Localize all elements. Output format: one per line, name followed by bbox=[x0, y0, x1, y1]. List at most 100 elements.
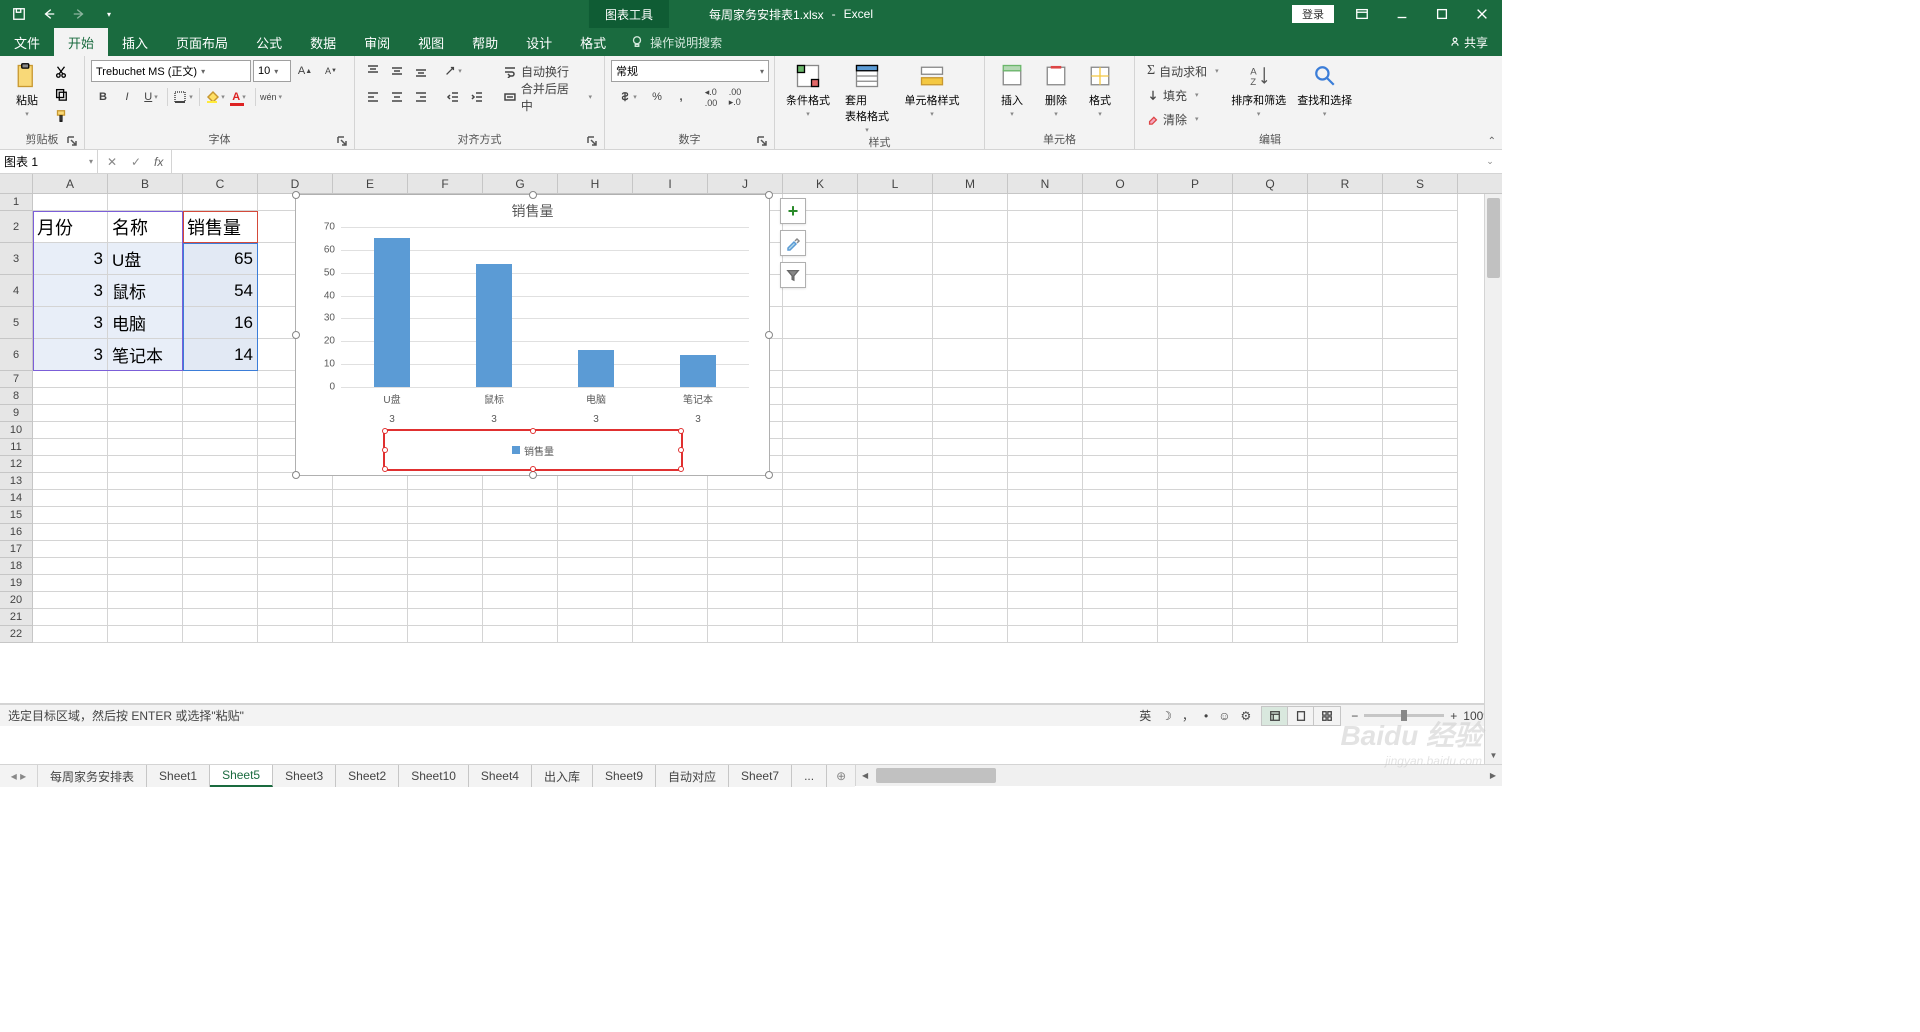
sheet-nav-buttons[interactable]: ◂ ▸ bbox=[0, 765, 38, 787]
cell[interactable] bbox=[858, 609, 933, 626]
cell[interactable] bbox=[1383, 422, 1458, 439]
cell[interactable] bbox=[1083, 592, 1158, 609]
cell[interactable] bbox=[1233, 275, 1308, 307]
font-name-combo[interactable]: Trebuchet MS (正文)▾ bbox=[91, 60, 251, 82]
col-header[interactable]: I bbox=[633, 174, 708, 193]
cell[interactable] bbox=[183, 541, 258, 558]
cell[interactable] bbox=[408, 609, 483, 626]
tab-formulas[interactable]: 公式 bbox=[242, 28, 296, 56]
cell[interactable] bbox=[1383, 592, 1458, 609]
cell[interactable] bbox=[258, 575, 333, 592]
border-button[interactable] bbox=[171, 86, 195, 108]
cell[interactable] bbox=[858, 371, 933, 388]
cell[interactable] bbox=[1008, 211, 1083, 243]
row-header[interactable]: 12 bbox=[0, 456, 33, 473]
cell[interactable] bbox=[1383, 388, 1458, 405]
cell[interactable] bbox=[1008, 575, 1083, 592]
cell[interactable] bbox=[1308, 626, 1383, 643]
cell[interactable]: 3 bbox=[33, 307, 108, 339]
smiley-icon[interactable]: ☺ bbox=[1218, 709, 1230, 723]
cell[interactable] bbox=[108, 405, 183, 422]
percent-button[interactable]: % bbox=[645, 86, 669, 108]
cell[interactable] bbox=[183, 609, 258, 626]
dot-icon[interactable]: • bbox=[1204, 709, 1208, 723]
tab-format[interactable]: 格式 bbox=[566, 28, 620, 56]
cell[interactable] bbox=[783, 339, 858, 371]
cell[interactable] bbox=[858, 558, 933, 575]
cell[interactable] bbox=[1158, 473, 1233, 490]
cell[interactable] bbox=[558, 490, 633, 507]
cell[interactable] bbox=[33, 439, 108, 456]
row-header[interactable]: 20 bbox=[0, 592, 33, 609]
insert-cells-button[interactable]: 插入▾ bbox=[991, 60, 1033, 118]
cell[interactable]: 3 bbox=[33, 243, 108, 275]
chart-object[interactable]: 销售量 010203040506070 U盘鼠标电脑笔记本 3333 销售量 bbox=[295, 194, 770, 476]
row-header[interactable]: 11 bbox=[0, 439, 33, 456]
cell[interactable] bbox=[858, 243, 933, 275]
cell[interactable] bbox=[1158, 575, 1233, 592]
cell[interactable] bbox=[1383, 307, 1458, 339]
cell[interactable] bbox=[1233, 405, 1308, 422]
cell[interactable]: 54 bbox=[183, 275, 258, 307]
cell[interactable] bbox=[933, 609, 1008, 626]
cell[interactable] bbox=[483, 609, 558, 626]
horizontal-scrollbar[interactable]: ◀ ▶ bbox=[855, 765, 1502, 786]
launcher-icon[interactable] bbox=[586, 135, 598, 147]
cell[interactable] bbox=[1008, 626, 1083, 643]
font-size-combo[interactable]: 10▾ bbox=[253, 60, 291, 82]
close-button[interactable] bbox=[1462, 0, 1502, 28]
cell[interactable] bbox=[1158, 194, 1233, 211]
cell[interactable] bbox=[933, 275, 1008, 307]
cell[interactable] bbox=[483, 524, 558, 541]
comma-icon[interactable]: ， bbox=[1182, 707, 1194, 724]
cell[interactable] bbox=[783, 592, 858, 609]
number-format-combo[interactable]: 常规▾ bbox=[611, 60, 769, 82]
cell[interactable] bbox=[1008, 592, 1083, 609]
clear-button[interactable]: 清除▾ bbox=[1141, 108, 1225, 130]
cell[interactable] bbox=[1233, 507, 1308, 524]
cell[interactable] bbox=[783, 473, 858, 490]
wrap-text-button[interactable]: 自动换行 bbox=[497, 60, 598, 82]
cell[interactable] bbox=[933, 339, 1008, 371]
cell[interactable] bbox=[1083, 422, 1158, 439]
cell[interactable] bbox=[1008, 473, 1083, 490]
cell[interactable] bbox=[1383, 609, 1458, 626]
cell[interactable] bbox=[108, 388, 183, 405]
cell[interactable] bbox=[933, 211, 1008, 243]
cell[interactable] bbox=[1083, 275, 1158, 307]
chart-elements-button[interactable]: + bbox=[780, 198, 806, 224]
cell[interactable] bbox=[183, 558, 258, 575]
cell[interactable] bbox=[108, 507, 183, 524]
cell[interactable] bbox=[1233, 339, 1308, 371]
cell[interactable] bbox=[183, 473, 258, 490]
cell[interactable]: 65 bbox=[183, 243, 258, 275]
tab-review[interactable]: 审阅 bbox=[350, 28, 404, 56]
comma-button[interactable]: , bbox=[669, 86, 693, 108]
cell[interactable] bbox=[933, 307, 1008, 339]
cell[interactable] bbox=[933, 439, 1008, 456]
chart-bar[interactable] bbox=[374, 238, 410, 387]
chart-bar[interactable] bbox=[680, 355, 716, 387]
cell[interactable] bbox=[858, 626, 933, 643]
cell[interactable] bbox=[1083, 307, 1158, 339]
italic-button[interactable]: I bbox=[115, 86, 139, 108]
find-select-button[interactable]: 查找和选择▾ bbox=[1293, 60, 1357, 118]
cell[interactable] bbox=[858, 524, 933, 541]
cell[interactable] bbox=[1083, 609, 1158, 626]
cell[interactable] bbox=[408, 490, 483, 507]
cell[interactable] bbox=[1233, 243, 1308, 275]
row-header[interactable]: 13 bbox=[0, 473, 33, 490]
cell[interactable] bbox=[858, 473, 933, 490]
cell[interactable] bbox=[483, 626, 558, 643]
cell[interactable] bbox=[483, 541, 558, 558]
cell[interactable]: 销售量 bbox=[183, 211, 258, 243]
cell[interactable] bbox=[933, 194, 1008, 211]
cell[interactable] bbox=[933, 524, 1008, 541]
tell-me-search[interactable]: 操作说明搜索 bbox=[620, 28, 732, 56]
save-button[interactable] bbox=[4, 0, 34, 28]
cell[interactable] bbox=[183, 626, 258, 643]
cell[interactable] bbox=[708, 626, 783, 643]
cell[interactable]: 月份 bbox=[33, 211, 108, 243]
cell[interactable] bbox=[858, 388, 933, 405]
enter-button[interactable]: ✓ bbox=[124, 150, 148, 174]
